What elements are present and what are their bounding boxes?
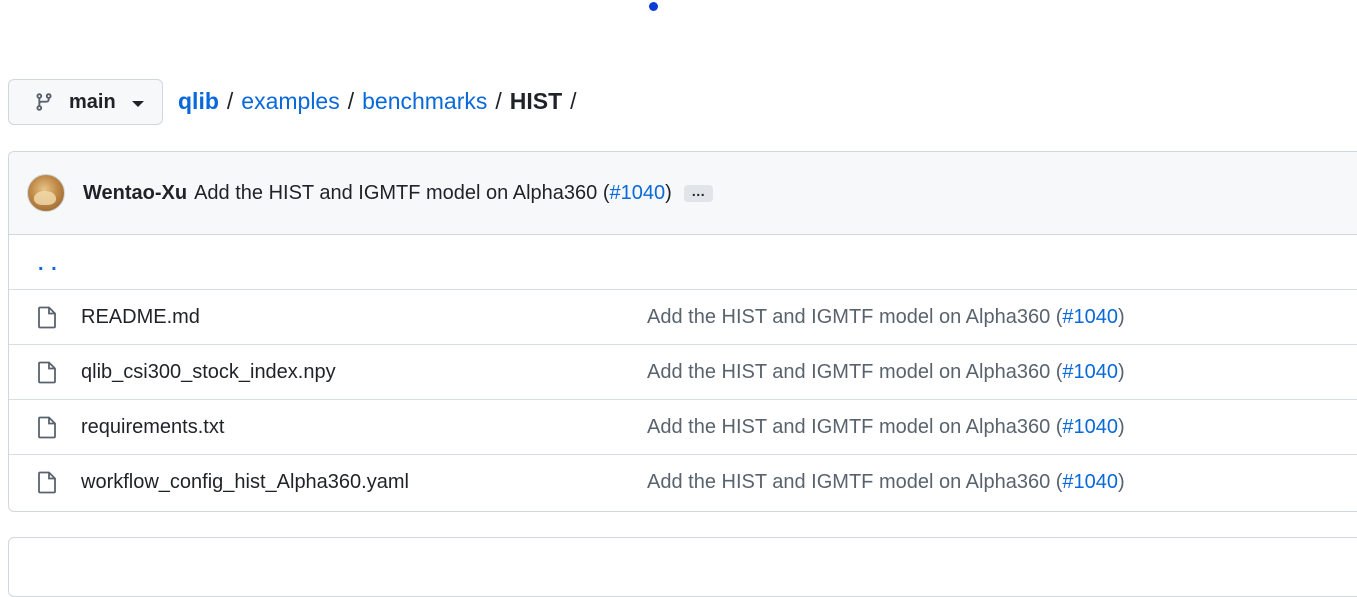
expand-commit-message-button[interactable]: … [683,184,713,202]
file-row[interactable]: qlib_csi300_stock_index.npy Add the HIST… [9,345,1357,400]
commit-author-link[interactable]: Wentao-Xu [83,182,187,205]
file-name-link[interactable]: README.md [81,306,200,329]
file-commit-message: Add the HIST and IGMTF model on Alpha360… [647,361,1125,384]
file-name-link[interactable]: workflow_config_hist_Alpha360.yaml [81,471,409,494]
commit-message: Add the HIST and IGMTF model on Alpha360… [194,182,672,205]
file-commit-pr-link[interactable]: #1040 [1062,361,1118,383]
git-branch-icon [34,92,54,112]
branch-selector-button[interactable]: main [8,79,163,125]
breadcrumb: qlib / examples / benchmarks / HIST / [178,88,585,115]
file-commit-suffix: ) [1118,471,1125,493]
file-commit-message: Add the HIST and IGMTF model on Alpha360… [647,471,1125,494]
chevron-down-icon [131,100,144,107]
file-icon [37,361,57,384]
file-commit-pr-link[interactable]: #1040 [1062,471,1118,493]
file-row[interactable]: workflow_config_hist_Alpha360.yaml Add t… [9,455,1357,510]
commit-pr-link[interactable]: #1040 [610,182,666,204]
commit-message-suffix: ) [665,181,672,204]
file-commit-text[interactable]: Add the HIST and IGMTF model on Alpha360… [647,361,1062,383]
breadcrumb-benchmarks-link[interactable]: benchmarks [362,88,487,115]
breadcrumb-repo-link[interactable]: qlib [178,88,219,115]
breadcrumb-separator: / [570,88,577,114]
file-commit-suffix: ) [1118,415,1125,438]
user-avatar[interactable] [27,174,65,212]
file-commit-pr-link[interactable]: #1040 [1062,416,1118,438]
breadcrumb-current-folder: HIST [509,88,563,114]
breadcrumb-examples-link[interactable]: examples [241,88,339,115]
file-commit-message: Add the HIST and IGMTF model on Alpha360… [647,306,1125,329]
branch-name: main [69,90,116,113]
file-row[interactable]: requirements.txt Add the HIST and IGMTF … [9,400,1357,455]
file-commit-suffix: ) [1118,305,1125,328]
file-list: Wentao-Xu Add the HIST and IGMTF model o… [8,151,1357,512]
parent-directory-link[interactable]: . . [38,253,58,276]
file-commit-text[interactable]: Add the HIST and IGMTF model on Alpha360… [647,471,1062,493]
breadcrumb-separator: / [495,88,502,114]
breadcrumb-separator: / [347,88,355,114]
file-row[interactable]: README.md Add the HIST and IGMTF model o… [9,290,1357,345]
file-commit-pr-link[interactable]: #1040 [1062,306,1118,328]
readme-panel [8,537,1357,597]
commit-message-text[interactable]: Add the HIST and IGMTF model on Alpha360… [194,182,609,204]
file-name-link[interactable]: requirements.txt [81,416,224,439]
loading-indicator [649,2,658,11]
file-commit-suffix: ) [1118,360,1125,383]
file-icon [37,471,57,494]
file-name-link[interactable]: qlib_csi300_stock_index.npy [81,361,336,384]
latest-commit-bar: Wentao-Xu Add the HIST and IGMTF model o… [9,152,1357,235]
file-commit-text[interactable]: Add the HIST and IGMTF model on Alpha360… [647,416,1062,438]
parent-directory-row[interactable]: . . [9,235,1357,290]
breadcrumb-separator: / [226,88,234,114]
file-icon [37,306,57,329]
file-commit-text[interactable]: Add the HIST and IGMTF model on Alpha360… [647,306,1062,328]
file-commit-message: Add the HIST and IGMTF model on Alpha360… [647,416,1125,439]
file-icon [37,416,57,439]
